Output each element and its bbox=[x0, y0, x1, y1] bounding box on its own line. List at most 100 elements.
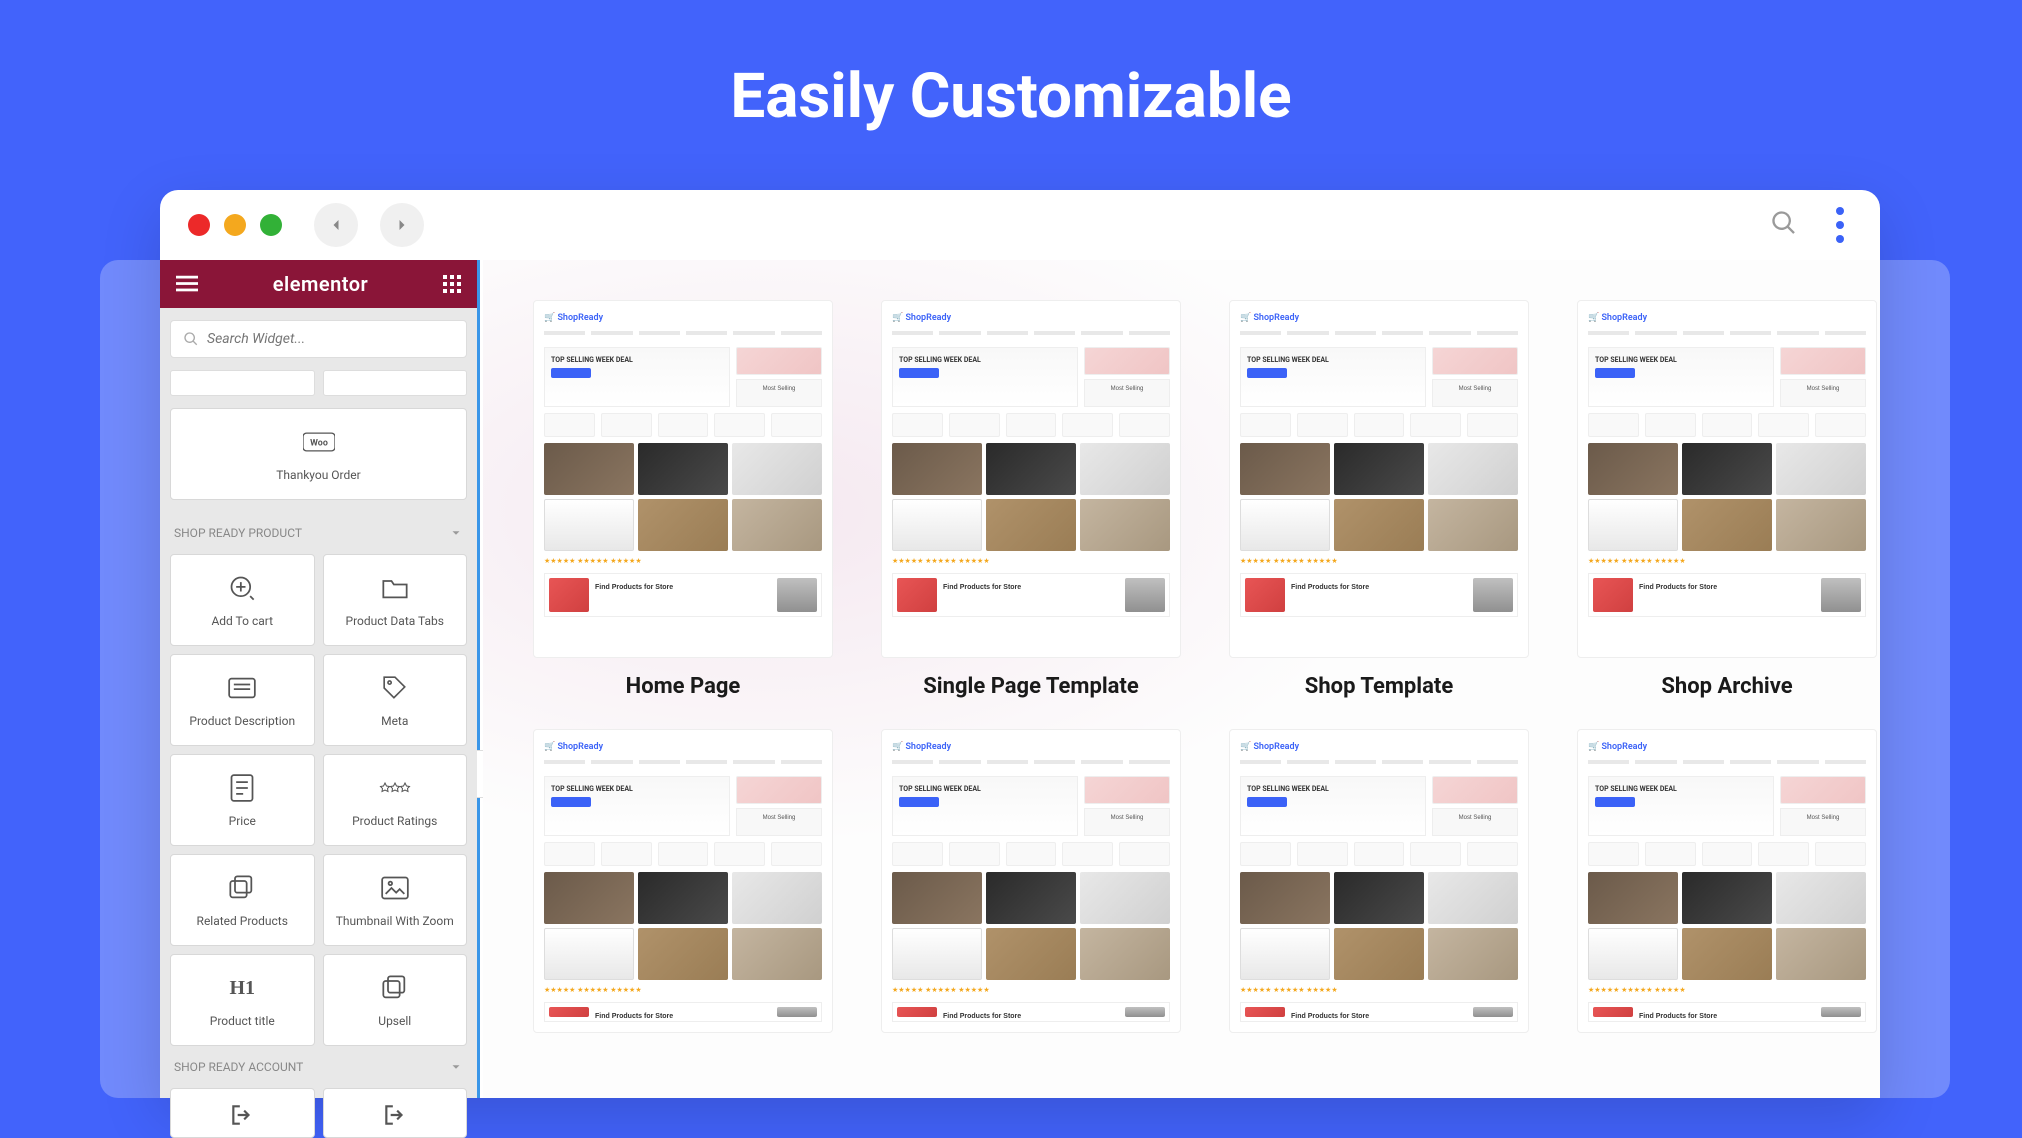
thumb-logo: 🛒 ShopReady bbox=[1240, 311, 1518, 325]
back-button[interactable] bbox=[314, 203, 358, 247]
hero-title: Easily Customizable bbox=[0, 0, 2022, 183]
close-dot-icon[interactable] bbox=[188, 214, 210, 236]
widget-add-to-cart[interactable]: Add To cart bbox=[170, 554, 315, 646]
widget-price[interactable]: Price bbox=[170, 754, 315, 846]
thumb-deal: TOP SELLING WEEK DEAL bbox=[1588, 347, 1774, 407]
browser-window: elementor Woo Thankyou Order SHOP READY … bbox=[160, 190, 1880, 1098]
thumb-logo: 🛒 ShopReady bbox=[1588, 311, 1866, 325]
widget-label: Price bbox=[223, 814, 262, 828]
image-icon bbox=[379, 872, 411, 904]
price-icon bbox=[226, 772, 258, 804]
thumb-deal: TOP SELLING WEEK DEAL bbox=[1240, 776, 1426, 836]
widget-label: Thankyou Order bbox=[270, 468, 366, 482]
elementor-brand: elementor bbox=[273, 272, 369, 296]
template-thumbnail[interactable]: 🛒 ShopReady TOP SELLING WEEK DEAL Most S… bbox=[1577, 729, 1877, 1033]
svg-text:Woo: Woo bbox=[310, 439, 328, 449]
browser-toolbar bbox=[160, 190, 1880, 260]
widget-label: Upsell bbox=[372, 1014, 417, 1028]
template-card: 🛒 ShopReady TOP SELLING WEEK DEAL Most S… bbox=[533, 729, 833, 1033]
section-shop-ready-account[interactable]: SHOP READY ACCOUNT bbox=[160, 1046, 477, 1088]
template-canvas: 🛒 ShopReady TOP SELLING WEEK DEAL Most S… bbox=[483, 260, 1880, 1098]
chevron-down-icon bbox=[449, 1060, 463, 1074]
template-card: 🛒 ShopReady TOP SELLING WEEK DEAL Most S… bbox=[881, 729, 1181, 1033]
cart-add-icon bbox=[226, 572, 258, 604]
elementor-sidebar: elementor Woo Thankyou Order SHOP READY … bbox=[160, 260, 480, 1098]
widget-label: Add To cart bbox=[205, 614, 279, 628]
template-thumbnail[interactable]: 🛒 ShopReady TOP SELLING WEEK DEAL Most S… bbox=[881, 300, 1181, 658]
folder-icon bbox=[379, 572, 411, 604]
thumb-logo: 🛒 ShopReady bbox=[892, 311, 1170, 325]
widget-related-products[interactable]: Related Products bbox=[170, 854, 315, 946]
logout-icon bbox=[226, 1099, 258, 1131]
thumb-deal: TOP SELLING WEEK DEAL bbox=[892, 347, 1078, 407]
template-thumbnail[interactable]: 🛒 ShopReady TOP SELLING WEEK DEAL Most S… bbox=[1229, 729, 1529, 1033]
kebab-menu-icon[interactable] bbox=[1836, 207, 1844, 243]
hamburger-icon[interactable] bbox=[176, 275, 198, 293]
thumb-logo: 🛒 ShopReady bbox=[544, 311, 822, 325]
elementor-header: elementor bbox=[160, 260, 477, 308]
thumb-deal: TOP SELLING WEEK DEAL bbox=[544, 347, 730, 407]
logout-icon bbox=[379, 1099, 411, 1131]
widget-thumbnail-zoom[interactable]: Thumbnail With Zoom bbox=[323, 854, 468, 946]
tag-icon bbox=[379, 672, 411, 704]
h1-icon: H1 bbox=[226, 972, 258, 1004]
template-name: Single Page Template bbox=[923, 674, 1139, 699]
template-thumbnail[interactable]: 🛒 ShopReady TOP SELLING WEEK DEAL Most S… bbox=[881, 729, 1181, 1033]
widget-tab[interactable] bbox=[323, 370, 468, 396]
widget-thankyou-order[interactable]: Woo Thankyou Order bbox=[170, 408, 467, 500]
widget-search[interactable] bbox=[170, 320, 467, 358]
thumb-deal: TOP SELLING WEEK DEAL bbox=[1588, 776, 1774, 836]
search-icon[interactable] bbox=[1770, 209, 1798, 241]
widget-upsell[interactable]: Upsell bbox=[323, 954, 468, 1046]
widget-product-title[interactable]: H1 Product title bbox=[170, 954, 315, 1046]
template-name: Shop Template bbox=[1305, 674, 1453, 699]
widget-account-2[interactable] bbox=[323, 1088, 468, 1138]
section-shop-ready-product[interactable]: SHOP READY PRODUCT bbox=[160, 512, 477, 554]
template-name: Home Page bbox=[626, 674, 741, 699]
stack-icon bbox=[226, 872, 258, 904]
template-card: 🛒 ShopReady TOP SELLING WEEK DEAL Most S… bbox=[1229, 729, 1529, 1033]
search-icon bbox=[183, 331, 199, 347]
widget-tabs bbox=[170, 370, 467, 396]
forward-button[interactable] bbox=[380, 203, 424, 247]
template-card: 🛒 ShopReady TOP SELLING WEEK DEAL Most S… bbox=[1577, 729, 1877, 1033]
maximize-dot-icon[interactable] bbox=[260, 214, 282, 236]
widget-tab[interactable] bbox=[170, 370, 315, 396]
template-card: 🛒 ShopReady TOP SELLING WEEK DEAL Most S… bbox=[533, 300, 833, 699]
widget-label: Thumbnail With Zoom bbox=[330, 914, 460, 928]
widget-product-description[interactable]: Product Description bbox=[170, 654, 315, 746]
section-label-text: SHOP READY ACCOUNT bbox=[174, 1060, 303, 1074]
minimize-dot-icon[interactable] bbox=[224, 214, 246, 236]
template-card: 🛒 ShopReady TOP SELLING WEEK DEAL Most S… bbox=[1577, 300, 1877, 699]
template-thumbnail[interactable]: 🛒 ShopReady TOP SELLING WEEK DEAL Most S… bbox=[533, 729, 833, 1033]
thumb-logo: 🛒 ShopReady bbox=[1240, 740, 1518, 754]
thumb-deal: TOP SELLING WEEK DEAL bbox=[892, 776, 1078, 836]
template-thumbnail[interactable]: 🛒 ShopReady TOP SELLING WEEK DEAL Most S… bbox=[1577, 300, 1877, 658]
thumb-logo: 🛒 ShopReady bbox=[1588, 740, 1866, 754]
widget-label: Product Data Tabs bbox=[340, 614, 450, 628]
thumb-logo: 🛒 ShopReady bbox=[892, 740, 1170, 754]
widget-search-input[interactable] bbox=[207, 331, 454, 347]
widget-meta[interactable]: Meta bbox=[323, 654, 468, 746]
widget-product-ratings[interactable]: Product Ratings bbox=[323, 754, 468, 846]
upsell-icon bbox=[379, 972, 411, 1004]
template-card: 🛒 ShopReady TOP SELLING WEEK DEAL Most S… bbox=[1229, 300, 1529, 699]
widget-product-data-tabs[interactable]: Product Data Tabs bbox=[323, 554, 468, 646]
widget-label: Meta bbox=[375, 714, 414, 728]
template-thumbnail[interactable]: 🛒 ShopReady TOP SELLING WEEK DEAL Most S… bbox=[1229, 300, 1529, 658]
thumb-logo: 🛒 ShopReady bbox=[544, 740, 822, 754]
template-thumbnail[interactable]: 🛒 ShopReady TOP SELLING WEEK DEAL Most S… bbox=[533, 300, 833, 658]
chevron-down-icon bbox=[449, 526, 463, 540]
widget-label: Product Description bbox=[183, 714, 301, 728]
template-card: 🛒 ShopReady TOP SELLING WEEK DEAL Most S… bbox=[881, 300, 1181, 699]
stars-icon bbox=[379, 772, 411, 804]
thumb-deal: TOP SELLING WEEK DEAL bbox=[1240, 347, 1426, 407]
section-label-text: SHOP READY PRODUCT bbox=[174, 526, 302, 540]
thumb-deal: TOP SELLING WEEK DEAL bbox=[544, 776, 730, 836]
widget-account-1[interactable] bbox=[170, 1088, 315, 1138]
widget-label: Product Ratings bbox=[346, 814, 443, 828]
description-icon bbox=[226, 672, 258, 704]
apps-grid-icon[interactable] bbox=[443, 275, 461, 293]
widget-label: Product title bbox=[204, 1014, 281, 1028]
template-name: Shop Archive bbox=[1661, 674, 1792, 699]
